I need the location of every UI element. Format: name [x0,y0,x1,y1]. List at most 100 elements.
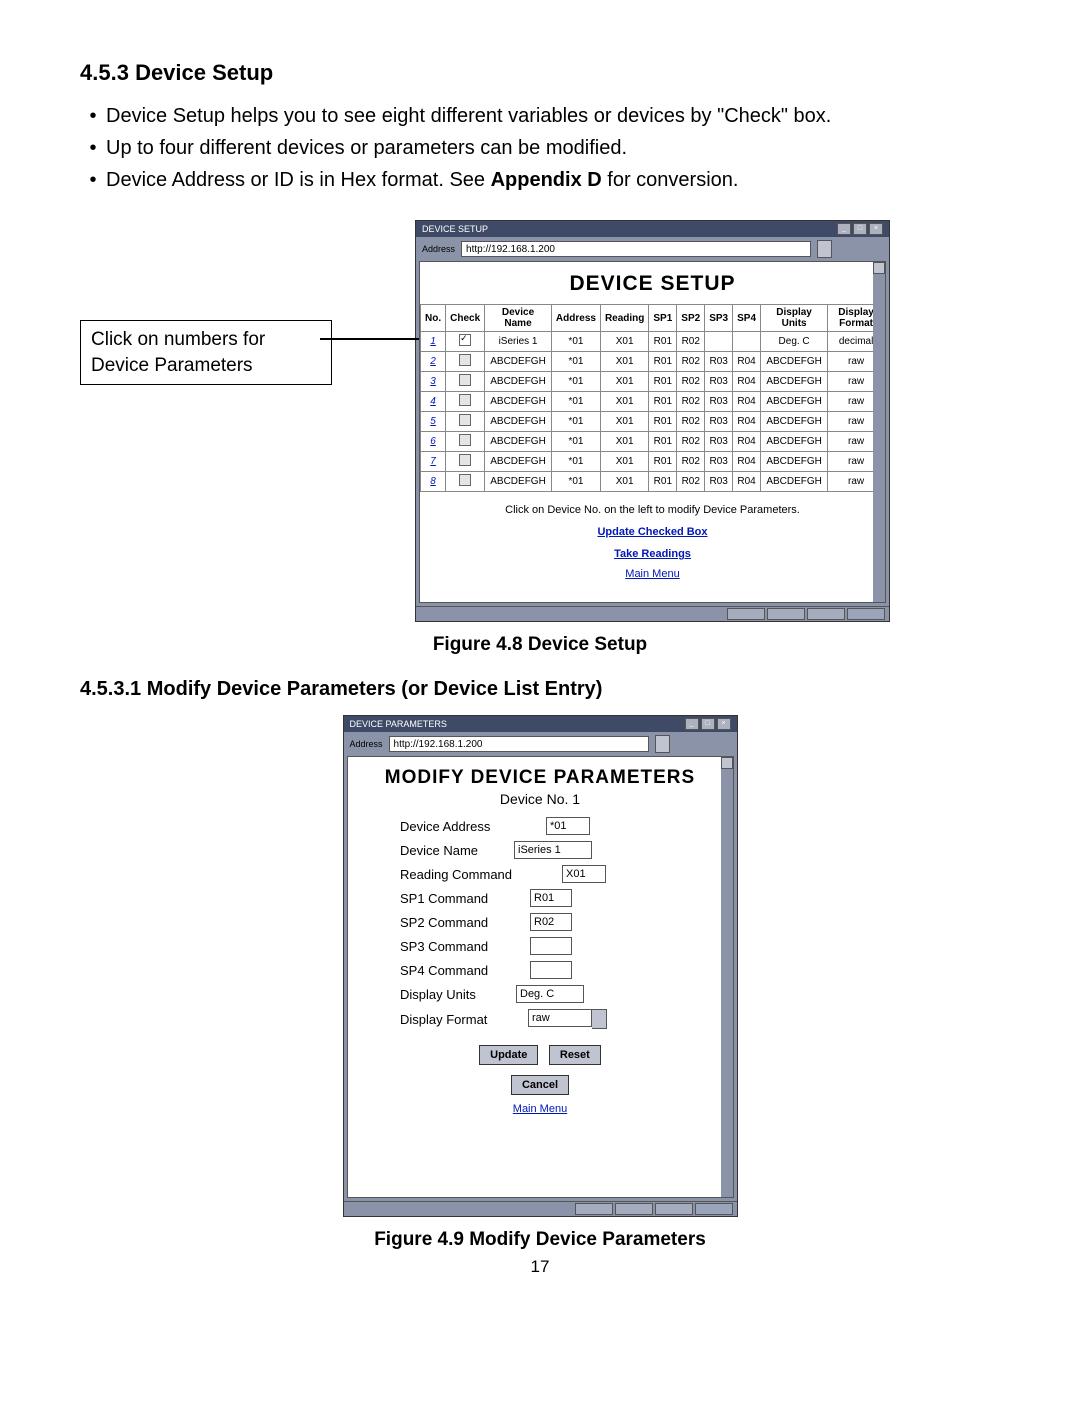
device-address-input[interactable]: *01 [546,817,590,835]
table-row: 3ABCDEFGH*01X01R01R02R03R04ABCDEFGHraw [421,372,885,392]
main-menu-link[interactable]: Main Menu [348,1103,733,1115]
bullet-1: Device Setup helps you to see eight diff… [106,100,831,132]
device-no-link[interactable]: 4 [430,396,436,407]
minimize-icon[interactable]: _ [837,223,851,235]
cell-sp3: R03 [705,392,733,412]
update-button[interactable]: Update [479,1045,538,1065]
table-instruction: Click on Device No. on the left to modif… [420,504,885,516]
page-title: DEVICE SETUP [420,272,885,296]
scrollbar[interactable] [873,262,885,602]
cell-device-name: ABCDEFGH [485,432,552,452]
device-no-link[interactable]: 7 [430,456,436,467]
cell-sp1: R01 [649,432,677,452]
table-header: Device Name [485,305,552,332]
page-title: MODIFY DEVICE PARAMETERS [348,767,733,789]
cell-sp3 [705,332,733,352]
address-input[interactable]: http://192.168.1.200 [461,241,811,257]
table-header: SP3 [705,305,733,332]
device-no-link[interactable]: 6 [430,436,436,447]
device-no-link[interactable]: 3 [430,376,436,387]
device-no-link[interactable]: 2 [430,356,436,367]
cell-address: *01 [551,352,600,372]
sp1-input[interactable]: R01 [530,889,572,907]
display-format-label: Display Format [400,1012,522,1027]
display-units-input[interactable]: Deg. C [516,985,584,1003]
table-header: Display Units [761,305,828,332]
cell-sp1: R01 [649,352,677,372]
table-row: 8ABCDEFGH*01X01R01R02R03R04ABCDEFGHraw [421,472,885,492]
sp3-input[interactable] [530,937,572,955]
cell-address: *01 [551,412,600,432]
cell-sp1: R01 [649,412,677,432]
display-units-label: Display Units [400,987,510,1002]
close-icon[interactable]: × [717,718,731,730]
cell-sp4: R04 [733,412,761,432]
cell-sp2: R02 [677,452,705,472]
maximize-icon[interactable]: □ [701,718,715,730]
cell-sp3: R03 [705,372,733,392]
bullet-3: Device Address or ID is in Hex format. S… [106,164,738,196]
minimize-icon[interactable]: _ [685,718,699,730]
cell-units: ABCDEFGH [761,372,828,392]
device-name-label: Device Name [400,843,508,858]
cell-sp2: R02 [677,392,705,412]
reading-cmd-input[interactable]: X01 [562,865,606,883]
device-number-subtitle: Device No. 1 [348,791,733,807]
cell-device-name: ABCDEFGH [485,452,552,472]
cell-reading: X01 [600,472,648,492]
cell-units: ABCDEFGH [761,472,828,492]
cell-address: *01 [551,472,600,492]
table-header: No. [421,305,446,332]
cell-reading: X01 [600,412,648,432]
device-no-link[interactable]: 5 [430,416,436,427]
cell-device-name: ABCDEFGH [485,412,552,432]
page-number: 17 [80,1257,1000,1277]
cell-sp2: R02 [677,352,705,372]
check-box[interactable] [459,474,471,486]
table-row: 1iSeries 1*01X01R01R02Deg. Cdecimal [421,332,885,352]
device-name-input[interactable]: iSeries 1 [514,841,592,859]
maximize-icon[interactable]: □ [853,223,867,235]
check-box[interactable] [459,434,471,446]
bullet-2: Up to four different devices or paramete… [106,132,627,164]
address-dropdown-icon[interactable] [655,735,670,753]
table-row: 6ABCDEFGH*01X01R01R02R03R04ABCDEFGHraw [421,432,885,452]
main-menu-link[interactable]: Main Menu [420,568,885,580]
device-table: No.CheckDevice NameAddressReadingSP1SP2S… [420,304,885,492]
address-dropdown-icon[interactable] [817,240,832,258]
device-no-link[interactable]: 8 [430,476,436,487]
browser-window-device-setup: DEVICE SETUP _ □ × Address http://192.16… [415,220,890,622]
check-box[interactable] [459,414,471,426]
cell-sp4: R04 [733,352,761,372]
device-no-link[interactable]: 1 [430,336,436,347]
chevron-down-icon[interactable] [592,1009,607,1029]
check-box[interactable] [459,454,471,466]
cell-sp3: R03 [705,472,733,492]
display-format-select[interactable]: raw [528,1009,607,1029]
table-header: SP2 [677,305,705,332]
sp2-input[interactable]: R02 [530,913,572,931]
close-icon[interactable]: × [869,223,883,235]
cancel-button[interactable]: Cancel [511,1075,569,1095]
take-readings-link[interactable]: Take Readings [420,548,885,560]
scrollbar[interactable] [721,757,733,1197]
table-header: Check [446,305,485,332]
reset-button[interactable]: Reset [549,1045,601,1065]
check-box[interactable] [459,374,471,386]
cell-device-name: iSeries 1 [485,332,552,352]
window-title: DEVICE PARAMETERS [350,719,447,729]
check-box[interactable] [459,394,471,406]
check-box[interactable] [459,334,471,346]
cell-address: *01 [551,392,600,412]
sp1-label: SP1 Command [400,891,524,906]
update-checked-link[interactable]: Update Checked Box [420,526,885,538]
window-title: DEVICE SETUP [422,224,488,234]
address-input[interactable]: http://192.168.1.200 [389,736,649,752]
table-header: SP1 [649,305,677,332]
check-box[interactable] [459,354,471,366]
device-address-label: Device Address [400,819,540,834]
cell-address: *01 [551,372,600,392]
sp4-input[interactable] [530,961,572,979]
cell-address: *01 [551,332,600,352]
status-bar [416,606,889,621]
